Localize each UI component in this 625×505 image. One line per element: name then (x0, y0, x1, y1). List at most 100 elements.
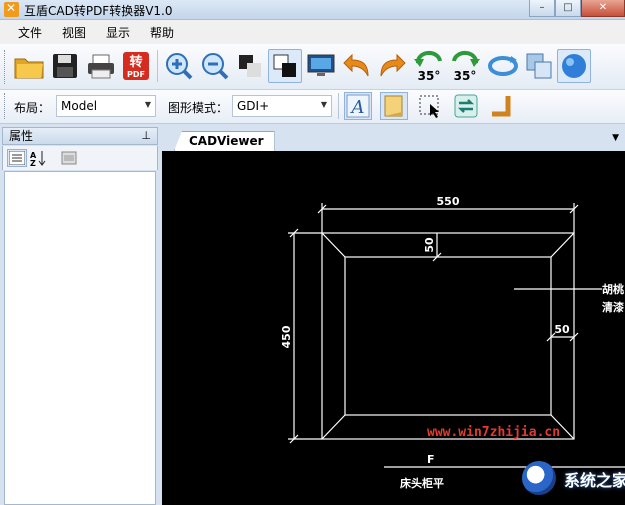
monitor-button[interactable] (304, 49, 338, 83)
tab-cadviewer[interactable]: CADViewer (174, 131, 275, 151)
height-dimension-text: 450 (280, 325, 293, 348)
undo-arrow-icon (343, 53, 369, 77)
convert-to-pdf-button[interactable]: 转 PDF (119, 49, 153, 83)
rotate-right-button[interactable]: 35° (448, 49, 482, 83)
width-dimension-text: 550 (437, 195, 460, 208)
folder-icon (14, 58, 44, 79)
watermark-brand: 系统之家 (432, 451, 625, 501)
cad-canvas[interactable]: 550 450 50 50 胡桃 清漆 F 床头柜平 www.win7zhiji… (162, 151, 625, 505)
material-note-line2: 清漆 (602, 300, 624, 314)
zoom-in-button[interactable] (162, 49, 196, 83)
title-bar: 互盾CAD转PDF转换器V1.0 – □ ✕ (0, 0, 625, 20)
toolbar-separator (338, 93, 339, 119)
properties-panel-header: 属性 ⊥ (2, 127, 158, 145)
tab-list-dropdown-icon[interactable]: ▼ (612, 133, 619, 143)
main-toolbar: 转 PDF 35° 35° (0, 44, 625, 90)
floppy-disk-icon (53, 54, 77, 78)
close-button[interactable]: ✕ (581, 0, 625, 17)
watermark-brand-text: 系统之家 (564, 471, 625, 490)
convert-icon-text: 转 (129, 54, 142, 70)
rotate-360-button[interactable] (486, 49, 520, 83)
properties-panel: 属性 ⊥ AZ (0, 125, 160, 505)
pin-icon[interactable]: ⊥ (141, 128, 151, 144)
save-button[interactable] (48, 49, 82, 83)
rotate-left-icon: 35° (414, 50, 442, 83)
menu-view[interactable]: 视图 (52, 24, 96, 41)
black-background-button[interactable] (233, 49, 267, 83)
redo-arrow-icon (380, 53, 406, 77)
properties-toolbar: AZ (2, 146, 158, 170)
dropdown-arrow-icon: ▼ (144, 100, 151, 109)
zoom-out-button[interactable] (198, 49, 232, 83)
page-tool-button[interactable] (380, 92, 408, 120)
rotate-right-icon: 35° (452, 50, 480, 83)
menu-display[interactable]: 显示 (96, 24, 140, 41)
toolbar-grip[interactable] (4, 93, 7, 119)
zoom-out-icon (202, 53, 229, 80)
sort-az-icon: AZ (30, 151, 46, 166)
rotate-left-button[interactable]: 35° (412, 49, 446, 83)
text-a-icon: A (346, 94, 370, 118)
cabinet-inner-frame (344, 256, 552, 416)
rotate-left-label: 35° (418, 69, 441, 83)
swap-button[interactable] (452, 92, 480, 120)
categorized-view-button[interactable] (7, 149, 27, 167)
sphere-icon (562, 54, 586, 78)
menu-file[interactable]: 文件 (8, 24, 52, 41)
minimize-button[interactable]: – (529, 0, 555, 17)
page-icon (384, 95, 403, 117)
svg-text:Z: Z (30, 159, 36, 166)
layers-icon (526, 53, 552, 79)
layout-select-value: Model (61, 99, 98, 113)
toolbar-grip[interactable] (4, 50, 7, 84)
black-background-icon (239, 55, 261, 77)
property-pages-button[interactable] (59, 149, 79, 167)
swap-arrows-icon (454, 94, 478, 118)
selection-cursor-icon (419, 95, 439, 118)
corner-tool-button[interactable] (488, 92, 516, 120)
dropdown-arrow-icon: ▼ (320, 100, 327, 109)
render-mode-value: GDI+ (237, 99, 270, 113)
app-logo-icon (4, 1, 19, 17)
properties-title: 属性 (9, 129, 34, 143)
redo-button[interactable] (375, 49, 409, 83)
render-mode-select[interactable]: GDI+ ▼ (232, 95, 332, 117)
side-inset-dimension-text: 50 (554, 323, 570, 336)
monitor-icon (307, 54, 335, 76)
pdf-convert-icon: 转PDF (123, 52, 149, 80)
alphabetical-sort-button[interactable]: AZ (29, 149, 49, 167)
white-background-button[interactable] (268, 49, 302, 83)
text-tool-button[interactable]: A (344, 92, 372, 120)
property-pages-icon (61, 151, 77, 165)
rotate-orbit-icon (488, 56, 518, 76)
print-button[interactable] (84, 49, 118, 83)
open-file-button[interactable] (12, 49, 46, 83)
toolbar-separator (157, 50, 158, 82)
undo-button[interactable] (340, 49, 374, 83)
maximize-button[interactable]: □ (555, 0, 581, 17)
layout-label: 布局： (14, 101, 51, 115)
material-note-line1: 胡桃 (602, 282, 624, 296)
menu-help[interactable]: 帮助 (140, 24, 184, 41)
cabinet-outer-frame (321, 232, 575, 440)
window-controls: – □ ✕ (529, 0, 625, 18)
categorized-list-icon (9, 151, 25, 165)
render-mode-label: 图形模式： (168, 101, 229, 115)
layout-select[interactable]: Model ▼ (56, 95, 156, 117)
convert-icon-subtext: PDF (127, 70, 145, 79)
printer-icon (88, 54, 114, 79)
zoom-in-icon (166, 53, 193, 80)
shaded-view-button[interactable] (557, 49, 591, 83)
app-window: 互盾CAD转PDF转换器V1.0 – □ ✕ 文件 视图 显示 帮助 转PDF (0, 0, 625, 505)
rotate-right-label: 35° (454, 69, 477, 83)
window-title: 互盾CAD转PDF转换器V1.0 (24, 4, 173, 18)
document-tab-strip: CADViewer ▼ (162, 125, 625, 151)
corner-bracket-icon (492, 96, 511, 117)
properties-grid[interactable] (4, 171, 156, 505)
white-background-icon (273, 54, 296, 77)
menu-bar: 文件 视图 显示 帮助 (0, 20, 625, 44)
select-tool-button[interactable] (416, 92, 444, 120)
view-toolbar: 布局： Model ▼ 图形模式： GDI+ ▼ A (0, 90, 625, 124)
top-inset-dimension-text: 50 (423, 237, 436, 253)
layers-button[interactable] (522, 49, 556, 83)
